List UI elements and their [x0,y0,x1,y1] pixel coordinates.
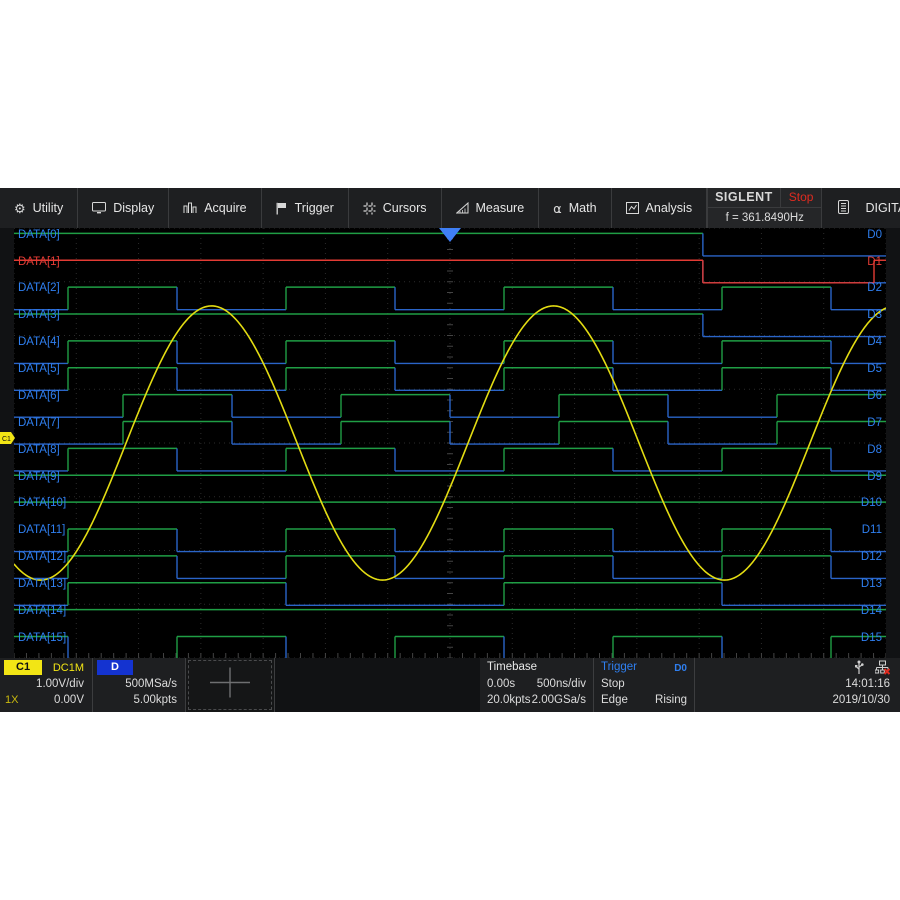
usb-icon[interactable] [853,660,865,680]
menu-label: Math [568,201,597,215]
waveform-plot-area[interactable]: DATA[0] DATA[1] DATA[2] DATA[3] DATA[4] DATA[… [14,228,886,658]
brand-status-box: SIGLENT Stop f = 361.8490Hz [707,188,823,228]
status-spacer [275,658,480,712]
c1-scale: 1.00V/div [36,678,84,690]
clock-date: 2019/10/30 [832,694,890,706]
menu-item-measure[interactable]: Measure [442,188,540,228]
menu-label: Display [113,201,155,215]
digital-points: 5.00kpts [133,694,177,706]
menu-label: Analysis [645,201,693,215]
xy-crosshair-icon [206,666,254,705]
trigger-header: Trigger [601,661,637,673]
timebase-scale: 500ns/div [536,678,586,690]
brand-status-row: SIGLENT Stop [708,188,822,208]
analysis-icon [625,202,639,214]
c1-status-cell[interactable]: C1 DC1M 1.00V/div 0.00V 1X [0,658,93,712]
digital-label: DIGITAL [865,201,900,215]
cursors-icon [363,202,376,215]
clock-time: 14:01:16 [845,678,890,690]
timebase-memory: 20.0kpts [487,694,531,706]
trigger-slope: Rising [655,694,687,706]
menu-label: Utility [32,201,64,215]
digital-channel-dlabel-4[interactable]: D4 [867,336,882,348]
digital-traces-layer [14,232,886,658]
trigger-source: D0 [674,663,687,674]
acquire-icon [183,202,197,214]
xy-display-cell[interactable] [186,658,275,712]
digital-channel-dlabel-5[interactable]: D5 [867,363,882,375]
monitor-icon [92,202,107,214]
digital-icon [838,199,850,217]
digital-channel-dlabel-2[interactable]: D2 [867,282,882,294]
digital-channel-dlabel-9[interactable]: D9 [867,471,882,483]
connection-icons [853,660,891,680]
run-state-badge[interactable]: Stop [781,188,822,207]
menu-item-trigger[interactable]: Trigger [262,188,349,228]
menu-label: Cursors [382,201,427,215]
digital-channel-dlabel-11[interactable]: D11 [862,524,882,536]
timebase-cell[interactable]: Timebase 0.00s 500ns/div 20.0kpts 2.00GS… [480,658,594,712]
timebase-delay: 0.00s [487,678,516,690]
trigger-cell[interactable]: Trigger D0 Stop Edge Rising [594,658,695,712]
measure-icon [455,202,469,214]
status-bar: C1 DC1M 1.00V/div 0.00V 1X D 500MSa/s 5.… [0,658,900,712]
c1-tag[interactable]: C1 [4,659,43,675]
digital-sample-rate: 500MSa/s [125,678,177,690]
digital-channel-dlabel-10[interactable]: D10 [861,497,882,509]
timebase-header: Timebase [487,661,538,673]
screenshot-root: ⚙ Utility Display Acquire Trigger Cursor… [0,0,900,900]
digital-channel-dlabel-14[interactable]: D14 [861,605,882,617]
c1-ground-marker[interactable]: C1 [0,431,16,450]
c1-attenuation: 1X [5,694,19,706]
digital-channel-dlabel-15[interactable]: D15 [861,632,882,644]
digital-channel-dlabel-12[interactable]: D12 [861,551,882,563]
waveform-svg [14,228,886,658]
menu-item-analysis[interactable]: Analysis [612,188,708,228]
menu-item-acquire[interactable]: Acquire [169,188,262,228]
math-icon: ⍺ [553,200,562,216]
digital-channel-dlabel-8[interactable]: D8 [867,444,882,456]
digital-tag[interactable]: D [97,659,133,675]
gear-icon: ⚙ [14,200,26,216]
lan-disconnected-icon[interactable] [874,660,891,680]
trigger-position-marker [439,228,461,242]
c1-coupling: DC1M [52,662,84,674]
digital-channel-dlabel-1[interactable]: D1 [867,256,882,268]
digital-channel-dlabel-7[interactable]: D7 [867,417,882,429]
menu-label: Measure [475,201,525,215]
menu-label: Acquire [204,201,247,215]
menu-item-cursors[interactable]: Cursors [349,188,442,228]
digital-channel-dlabel-13[interactable]: D13 [861,578,882,590]
digital-channel-dlabel-3[interactable]: D3 [867,309,882,321]
menu-item-utility[interactable]: ⚙ Utility [0,188,79,228]
menu-item-display[interactable]: Display [78,188,170,228]
flag-icon [276,202,288,215]
brand-logo: SIGLENT [708,188,781,207]
digital-button[interactable]: DIGITAL [822,188,900,228]
oscilloscope-screen: ⚙ Utility Display Acquire Trigger Cursor… [0,188,900,712]
svg-text:C1: C1 [2,436,11,443]
menu-item-math[interactable]: ⍺ Math [539,188,612,228]
menu-bar: ⚙ Utility Display Acquire Trigger Cursor… [0,188,900,228]
digital-channel-dlabel-6[interactable]: D6 [867,390,882,402]
clock-cell: 14:01:16 2019/10/30 [695,658,900,712]
timebase-sample-rate: 2.00GSa/s [531,694,586,706]
digital-channel-dlabel-0[interactable]: D0 [867,229,882,241]
menu-label: Trigger [294,201,334,215]
digital-status-cell[interactable]: D 500MSa/s 5.00kpts [93,658,186,712]
trigger-type: Edge [601,694,628,706]
trigger-state: Stop [601,678,625,690]
c1-offset: 0.00V [53,694,84,706]
frequency-readout: f = 361.8490Hz [725,212,804,224]
